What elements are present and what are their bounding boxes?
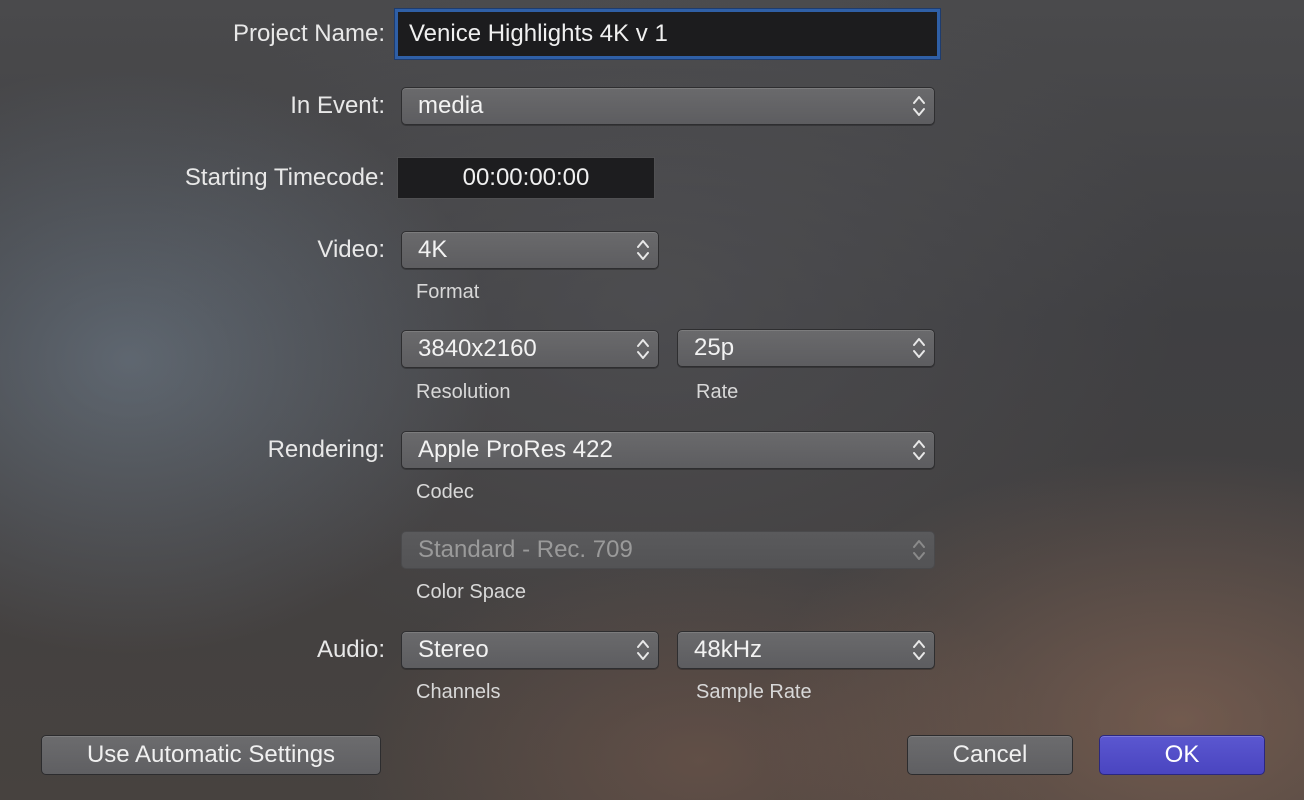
resolution-caption: Resolution bbox=[416, 381, 511, 403]
video-label: Video: bbox=[317, 236, 385, 263]
sample-rate-value: 48kHz bbox=[694, 636, 763, 663]
up-down-chevron-icon bbox=[913, 540, 925, 560]
project-name-value: Venice Highlights 4K v 1 bbox=[409, 20, 668, 47]
rate-caption: Rate bbox=[696, 381, 739, 403]
codec-popup[interactable]: Apple ProRes 422 bbox=[401, 431, 935, 469]
up-down-chevron-icon bbox=[637, 240, 649, 260]
up-down-chevron-icon bbox=[913, 96, 925, 116]
sample-rate-popup[interactable]: 48kHz bbox=[677, 631, 935, 669]
channels-popup[interactable]: Stereo bbox=[401, 631, 659, 669]
timecode-field[interactable]: 00:00:00:00 bbox=[397, 157, 655, 199]
in-event-label: In Event: bbox=[290, 92, 385, 119]
sample-rate-caption: Sample Rate bbox=[696, 681, 812, 703]
video-format-popup[interactable]: 4K bbox=[401, 231, 659, 269]
codec-caption: Codec bbox=[416, 481, 474, 503]
up-down-chevron-icon bbox=[913, 338, 925, 358]
in-event-value: media bbox=[418, 92, 484, 119]
resolution-popup[interactable]: 3840x2160 bbox=[401, 330, 659, 368]
color-space-popup: Standard - Rec. 709 bbox=[401, 531, 935, 569]
in-event-popup[interactable]: media bbox=[401, 87, 935, 125]
rate-popup[interactable]: 25p bbox=[677, 329, 935, 367]
up-down-chevron-icon bbox=[913, 640, 925, 660]
project-name-field[interactable]: Venice Highlights 4K v 1 bbox=[395, 9, 940, 59]
cancel-button[interactable]: Cancel bbox=[907, 735, 1073, 775]
codec-value: Apple ProRes 422 bbox=[418, 436, 613, 463]
color-space-value: Standard - Rec. 709 bbox=[418, 536, 633, 563]
timecode-value: 00:00:00:00 bbox=[462, 164, 590, 191]
color-space-caption: Color Space bbox=[416, 581, 527, 603]
up-down-chevron-icon bbox=[913, 440, 925, 460]
up-down-chevron-icon bbox=[637, 640, 649, 660]
starting-timecode-label: Starting Timecode: bbox=[184, 164, 385, 191]
ok-button[interactable]: OK bbox=[1099, 735, 1265, 775]
channels-value: Stereo bbox=[418, 636, 489, 663]
rendering-label: Rendering: bbox=[267, 436, 385, 463]
project-name-label: Project Name: bbox=[232, 20, 385, 47]
rate-value: 25p bbox=[694, 334, 735, 361]
up-down-chevron-icon bbox=[637, 339, 649, 359]
format-caption: Format bbox=[416, 281, 480, 303]
use-automatic-settings-button[interactable]: Use Automatic Settings bbox=[41, 735, 381, 775]
resolution-value: 3840x2160 bbox=[418, 335, 537, 362]
video-format-value: 4K bbox=[418, 236, 448, 263]
audio-label: Audio: bbox=[316, 636, 385, 663]
channels-caption: Channels bbox=[416, 681, 501, 703]
